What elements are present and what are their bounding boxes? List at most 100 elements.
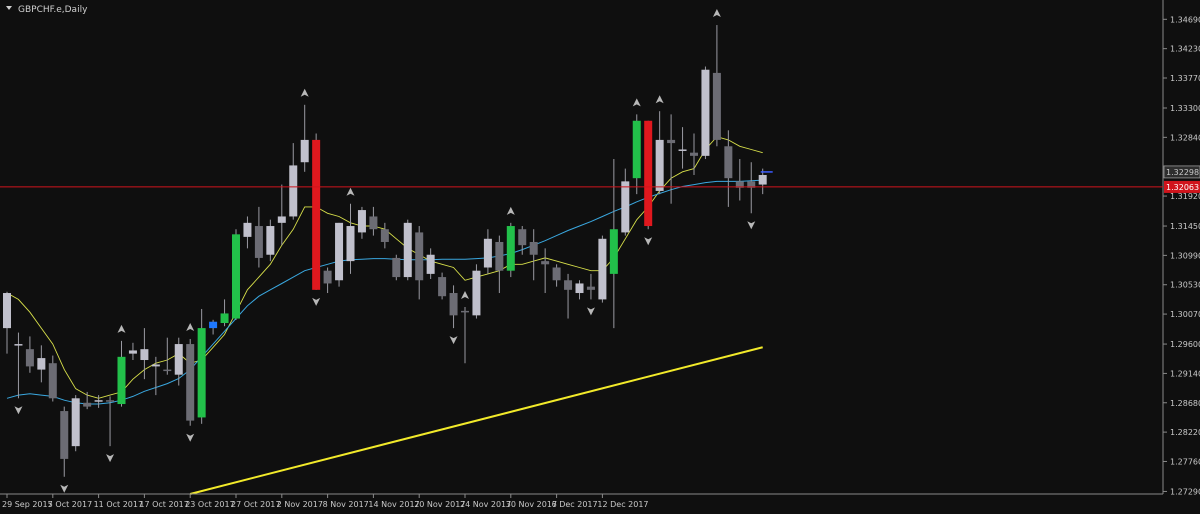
candle-body: [380, 229, 389, 242]
candle-body: [426, 254, 435, 274]
y-tick-label: 1.31920: [1170, 192, 1200, 201]
candle-body: [232, 234, 240, 319]
candle-body: [529, 241, 538, 255]
chart-window: 1.34690 1.34230 1.33770 1.33300 1.32840 1.319…: [0, 0, 1200, 514]
candle-body: [106, 400, 115, 402]
candle-body: [14, 344, 23, 346]
price-chart[interactable]: 1.34690 1.34230 1.33770 1.33300 1.32840 1.319…: [0, 0, 1200, 514]
x-tick-label: 12 Dec 2017: [597, 500, 648, 509]
y-tick-label: 1.34230: [1170, 45, 1200, 54]
candle-body: [678, 149, 687, 151]
candle-body: [60, 411, 69, 459]
candle-body: [277, 216, 286, 223]
y-tick-label: 1.32840: [1170, 133, 1200, 142]
candle: [472, 264, 481, 319]
candle-body: [323, 270, 332, 284]
candle: [335, 222, 344, 287]
candle-body: [369, 216, 378, 230]
y-tick-label: 1.29140: [1170, 369, 1200, 378]
candle-body: [483, 238, 492, 268]
candle-body: [174, 344, 183, 375]
y-tick-label: 1.30990: [1170, 251, 1200, 260]
x-tick-label: 8 Nov 2017: [323, 500, 369, 509]
x-tick-label: 23 Oct 2017: [185, 500, 234, 509]
x-tick-label: 17 Oct 2017: [139, 500, 188, 509]
candle-body: [243, 222, 252, 237]
candle: [701, 66, 710, 160]
y-tick-label: 1.30070: [1170, 310, 1200, 319]
candle: [598, 235, 607, 303]
candle: [312, 133, 321, 290]
candle-body: [438, 277, 447, 297]
candle-body: [712, 72, 721, 140]
y-tick-label: 1.29600: [1170, 340, 1200, 349]
x-tick-label: 6 Dec 2017: [552, 500, 598, 509]
candle-body: [209, 321, 218, 329]
candle-body: [655, 139, 664, 191]
candle-body: [667, 139, 676, 144]
candle: [186, 338, 195, 426]
candle-body: [48, 363, 57, 399]
current-price-label: 1.32298: [1166, 168, 1199, 177]
candle-body: [266, 226, 275, 255]
y-tick-label: 1.33770: [1170, 74, 1200, 83]
candle-body: [37, 358, 46, 370]
candle-body: [586, 286, 595, 290]
candle-body: [724, 146, 733, 179]
candle-body: [758, 174, 767, 185]
candle-body: [690, 152, 698, 156]
candle-body: [518, 229, 527, 246]
y-tick-label: 1.28680: [1170, 399, 1200, 408]
candle-body: [3, 293, 11, 329]
candle-body: [449, 293, 458, 316]
x-tick-label: 29 Sep 2017: [2, 500, 53, 509]
symbol-title: GBPCHF.e,Daily: [18, 5, 88, 15]
candle-body: [335, 222, 344, 281]
y-tick-label: 1.31450: [1170, 222, 1200, 231]
candle-body: [300, 139, 309, 163]
candle-body: [94, 400, 103, 402]
candle-body: [197, 328, 206, 418]
x-tick-label: 11 Oct 2017: [94, 500, 143, 509]
y-tick-label: 1.33300: [1170, 104, 1200, 113]
candle-body: [552, 267, 561, 281]
x-tick-label: 5 Oct 2017: [48, 500, 92, 509]
x-tick-label: 20 Nov 2017: [414, 500, 465, 509]
candle-body: [461, 310, 469, 313]
y-tick-label: 1.34690: [1170, 15, 1200, 24]
candle-body: [644, 120, 653, 227]
candle-body: [701, 69, 710, 156]
candle-body: [117, 356, 126, 405]
y-tick-label: 1.27290: [1170, 487, 1200, 496]
candle-body: [541, 261, 550, 265]
price-line-label: 1.32063: [1166, 183, 1199, 192]
x-tick-label: 24 Nov 2017: [460, 500, 511, 509]
y-tick-label: 1.27760: [1170, 457, 1200, 466]
candle-body: [163, 369, 172, 372]
candle: [403, 219, 412, 281]
candle-body: [128, 350, 137, 354]
candle-body: [357, 210, 366, 233]
candle-body: [564, 280, 573, 290]
candle-body: [151, 364, 160, 367]
candle-body: [472, 270, 481, 316]
candle-body: [289, 165, 298, 217]
candle-body: [403, 222, 412, 278]
candle-body: [632, 120, 641, 179]
candle-body: [140, 349, 149, 361]
candle-body: [71, 398, 80, 447]
candle: [392, 254, 401, 281]
candle-body: [83, 402, 92, 407]
candle-body: [621, 181, 630, 233]
candle-body: [415, 232, 424, 281]
candle-body: [220, 313, 229, 324]
candle-body: [598, 238, 607, 300]
x-tick-label: 2 Nov 2017: [277, 500, 323, 509]
candle: [644, 120, 653, 230]
candle: [232, 229, 240, 320]
candle-body: [575, 283, 584, 294]
candle-body: [312, 139, 321, 290]
candle: [506, 222, 515, 278]
y-tick-label: 1.28220: [1170, 428, 1200, 437]
x-tick-label: 30 Nov 2017: [506, 500, 557, 509]
